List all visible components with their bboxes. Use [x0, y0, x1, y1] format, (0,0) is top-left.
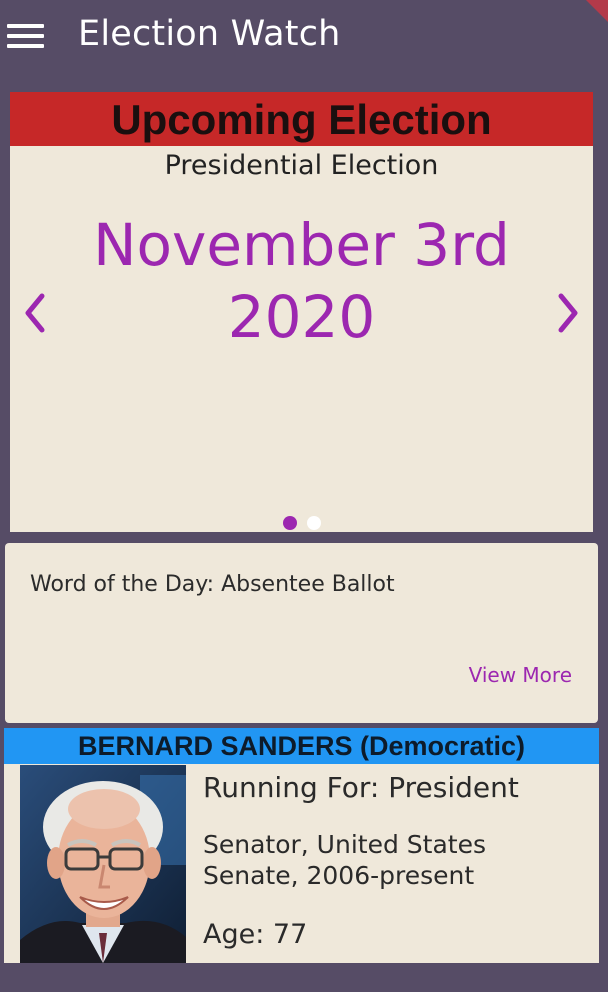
upcoming-election-header: Upcoming Election	[10, 92, 593, 146]
debug-banner	[586, 0, 608, 22]
view-more-link[interactable]: View More	[469, 663, 572, 687]
app-bar: Election Watch	[0, 0, 608, 78]
page-dot-1[interactable]	[282, 516, 297, 530]
candidate-position-line-1: Senator, United States	[203, 830, 486, 859]
candidate-position-line-2: Senate, 2006-present	[203, 861, 475, 890]
election-date: November 3rd 2020	[10, 209, 593, 353]
menu-icon[interactable]	[7, 22, 44, 50]
candidate-name-header: BERNARD SANDERS (Democratic)	[4, 728, 599, 764]
candidate-card[interactable]: BERNARD SANDERS (Democratic) Running For…	[4, 728, 599, 963]
election-date-line-2: 2020	[227, 283, 376, 351]
candidate-position: Senator, United States Senate, 2006-pres…	[203, 829, 503, 891]
election-type: Presidential Election	[164, 150, 439, 181]
chevron-right-icon[interactable]	[547, 288, 587, 338]
candidate-info: Running For: President Senator, United S…	[203, 771, 593, 951]
word-of-the-day-card: Word of the Day: Absentee Ballot View Mo…	[5, 543, 598, 723]
chevron-left-icon[interactable]	[16, 288, 56, 338]
candidate-photo	[20, 765, 186, 963]
word-of-the-day-text: Word of the Day: Absentee Ballot	[30, 572, 395, 597]
page-dot-2[interactable]	[306, 516, 321, 530]
election-date-line-1: November 3rd	[93, 211, 510, 279]
candidate-age: Age: 77	[203, 919, 308, 950]
upcoming-election-card[interactable]: Upcoming Election Presidential Election …	[10, 92, 593, 532]
app-title: Election Watch	[78, 14, 341, 54]
carousel-page-indicator	[10, 516, 593, 532]
running-for: Running For: President	[203, 771, 519, 804]
